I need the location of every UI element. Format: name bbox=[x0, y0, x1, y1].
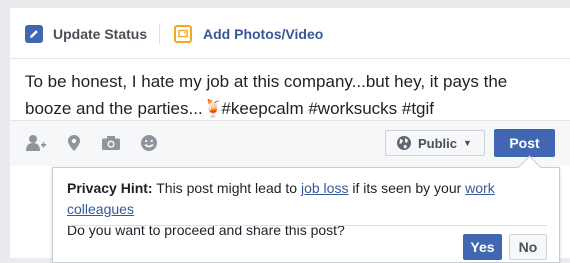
pencil-icon bbox=[25, 25, 43, 43]
composer-toolbar: Public ▼ Post bbox=[10, 120, 570, 166]
cocktail-emoji: 🍹 bbox=[202, 99, 224, 118]
emoji-icon[interactable] bbox=[137, 131, 161, 155]
status-text-input[interactable]: To be honest, I hate my job at this comp… bbox=[25, 68, 555, 122]
privacy-label: Public bbox=[418, 135, 458, 151]
hint-text-part-2: if its seen by your bbox=[348, 180, 466, 196]
tab-add-photos-video[interactable]: Add Photos/Video bbox=[174, 23, 323, 45]
hint-text-part-1: This post might lead to bbox=[152, 180, 301, 196]
location-pin-icon[interactable] bbox=[62, 131, 86, 155]
privacy-hint-text: Privacy Hint: This post might lead to jo… bbox=[67, 178, 557, 241]
job-loss-link[interactable]: job loss bbox=[301, 180, 348, 196]
caret-down-icon: ▼ bbox=[463, 138, 472, 148]
yes-button[interactable]: Yes bbox=[463, 234, 502, 260]
tab-add-photos-video-label: Add Photos/Video bbox=[203, 26, 324, 42]
tab-update-status[interactable]: Update Status bbox=[25, 23, 147, 45]
privacy-hint-popup: Privacy Hint: This post might lead to jo… bbox=[52, 155, 560, 263]
privacy-selector[interactable]: Public ▼ bbox=[385, 130, 485, 156]
tag-friends-icon[interactable] bbox=[24, 131, 48, 155]
composer-tabs: Update Status Add Photos/Video bbox=[10, 8, 570, 59]
post-button[interactable]: Post bbox=[494, 129, 555, 157]
tab-divider bbox=[159, 24, 160, 44]
post-hashtags: #keepcalm #worksucks #tgif bbox=[216, 99, 435, 118]
photo-icon bbox=[174, 25, 192, 43]
hint-divider bbox=[67, 225, 547, 226]
tab-update-status-label: Update Status bbox=[53, 26, 148, 42]
hint-title: Privacy Hint: bbox=[67, 180, 153, 196]
globe-icon bbox=[396, 135, 412, 151]
camera-icon[interactable] bbox=[99, 131, 123, 155]
no-button[interactable]: No bbox=[509, 234, 547, 260]
